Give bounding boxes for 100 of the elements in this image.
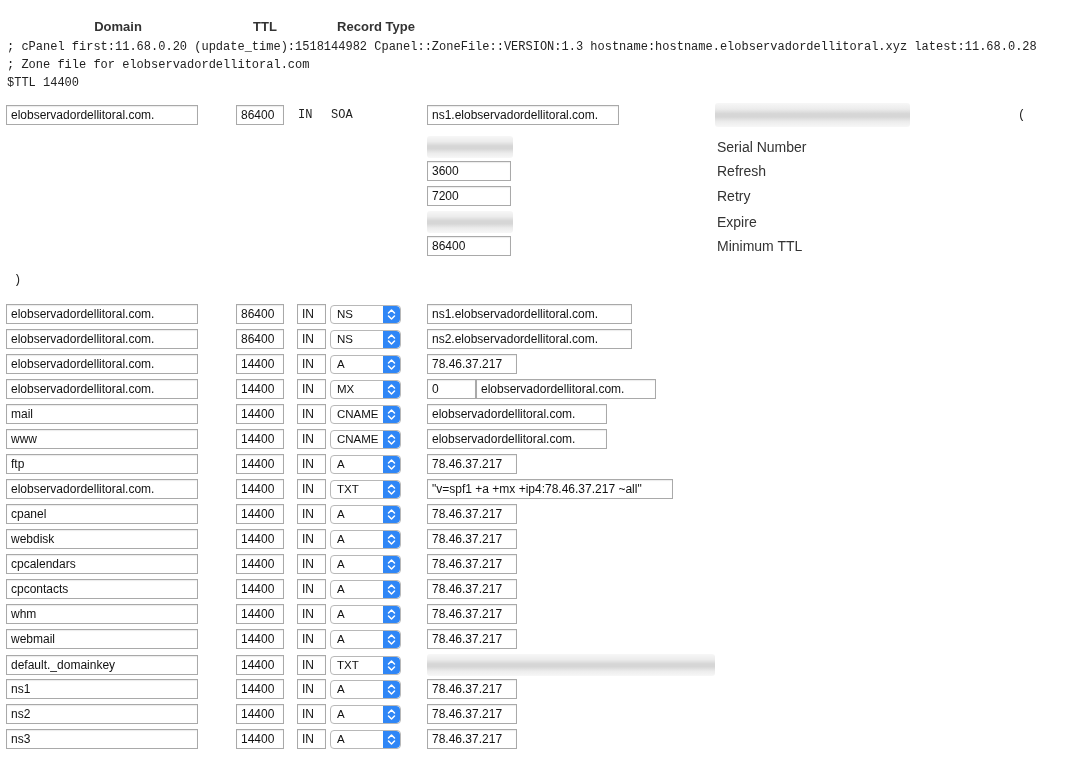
domain-field[interactable]: elobservadordellitoral.com. (6, 105, 198, 125)
record-type-select[interactable]: A (330, 529, 401, 549)
ttl-field[interactable]: 14400 (236, 655, 284, 675)
record-type-select[interactable]: TXT (330, 655, 401, 675)
record-type-select[interactable]: CNAME (330, 404, 401, 424)
domain-field[interactable]: cpcontacts (6, 579, 198, 599)
record-data-field[interactable]: 78.46.37.217 (427, 729, 517, 749)
domain-field[interactable]: elobservadordellitoral.com. (6, 479, 198, 499)
record-data-field[interactable]: "v=spf1 +a +mx +ip4:78.46.37.217 ~all" (427, 479, 673, 499)
record-class-field[interactable]: IN (297, 329, 326, 349)
record-class-field[interactable]: IN (297, 479, 326, 499)
soa-value-field[interactable]: 3600 (427, 161, 511, 181)
record-type-select[interactable]: CNAME (330, 429, 401, 449)
record-data-field[interactable]: ns2.elobservadordellitoral.com. (427, 329, 632, 349)
domain-field[interactable]: default._domainkey (6, 655, 198, 675)
domain-field[interactable]: elobservadordellitoral.com. (6, 354, 198, 374)
record-data-field[interactable]: 78.46.37.217 (427, 579, 517, 599)
record-type-select[interactable]: A (330, 679, 401, 699)
up-down-chevron-icon (383, 505, 400, 523)
ttl-field[interactable]: 14400 (236, 579, 284, 599)
record-data-field[interactable]: 78.46.37.217 (427, 554, 517, 574)
record-class-field[interactable]: IN (297, 629, 326, 649)
ttl-field[interactable]: 14400 (236, 404, 284, 424)
record-data-field[interactable]: 78.46.37.217 (427, 354, 517, 374)
priority-field[interactable]: 0 (427, 379, 476, 399)
ttl-field[interactable]: 14400 (236, 479, 284, 499)
record-type-select[interactable]: A (330, 354, 401, 374)
ttl-field[interactable]: 14400 (236, 429, 284, 449)
ttl-field[interactable]: 14400 (236, 454, 284, 474)
ttl-field[interactable]: 86400 (236, 329, 284, 349)
record-class-field[interactable]: IN (297, 304, 326, 324)
record-type-select[interactable]: TXT (330, 479, 401, 499)
ttl-field[interactable]: 86400 (236, 304, 284, 324)
domain-field[interactable]: ftp (6, 454, 198, 474)
record-type-select[interactable]: NS (330, 329, 401, 349)
record-type-select[interactable]: A (330, 629, 401, 649)
record-data-field[interactable]: elobservadordellitoral.com. (476, 379, 656, 399)
record-data-field[interactable]: ns1.elobservadordellitoral.com. (427, 304, 632, 324)
up-down-chevron-icon (383, 555, 400, 573)
ttl-field[interactable]: 14400 (236, 679, 284, 699)
ttl-field[interactable]: 14400 (236, 554, 284, 574)
domain-field[interactable]: elobservadordellitoral.com. (6, 304, 198, 324)
record-data-field[interactable]: 78.46.37.217 (427, 629, 517, 649)
domain-field[interactable]: elobservadordellitoral.com. (6, 329, 198, 349)
domain-field[interactable]: ns2 (6, 704, 198, 724)
ttl-field[interactable]: 14400 (236, 704, 284, 724)
domain-field[interactable]: ns1 (6, 679, 198, 699)
record-class-field[interactable]: IN (297, 554, 326, 574)
record-data-field[interactable]: 78.46.37.217 (427, 704, 517, 724)
up-down-chevron-icon (383, 605, 400, 623)
record-class-field[interactable]: IN (297, 604, 326, 624)
record-class-field[interactable]: IN (297, 579, 326, 599)
ttl-field[interactable]: 14400 (236, 504, 284, 524)
ttl-field[interactable]: 14400 (236, 529, 284, 549)
record-data-field[interactable]: 78.46.37.217 (427, 529, 517, 549)
record-class-field[interactable]: IN (297, 404, 326, 424)
up-down-chevron-icon (383, 705, 400, 723)
record-type-select[interactable]: A (330, 729, 401, 749)
domain-field[interactable]: elobservadordellitoral.com. (6, 379, 198, 399)
record-type-select[interactable]: A (330, 579, 401, 599)
record-class-field[interactable]: IN (297, 729, 326, 749)
domain-field[interactable]: www (6, 429, 198, 449)
record-data-field[interactable]: 78.46.37.217 (427, 604, 517, 624)
domain-field[interactable]: webmail (6, 629, 198, 649)
soa-value-field[interactable]: 86400 (427, 236, 511, 256)
record-data-field[interactable]: 78.46.37.217 (427, 454, 517, 474)
record-data-field[interactable]: elobservadordellitoral.com. (427, 404, 607, 424)
record-type-select[interactable]: A (330, 504, 401, 524)
domain-field[interactable]: cpcalendars (6, 554, 198, 574)
record-class-field[interactable]: IN (297, 529, 326, 549)
ttl-field[interactable]: 14400 (236, 604, 284, 624)
record-data-field[interactable]: 78.46.37.217 (427, 504, 517, 524)
ttl-field[interactable]: 14400 (236, 354, 284, 374)
record-class-field[interactable]: IN (297, 354, 326, 374)
record-class-field[interactable]: IN (297, 379, 326, 399)
domain-field[interactable]: whm (6, 604, 198, 624)
domain-field[interactable]: webdisk (6, 529, 198, 549)
record-class-field[interactable]: IN (297, 504, 326, 524)
ttl-field[interactable]: 14400 (236, 379, 284, 399)
record-data-field[interactable]: 78.46.37.217 (427, 679, 517, 699)
domain-field[interactable]: ns3 (6, 729, 198, 749)
primary-nameserver-field[interactable]: ns1.elobservadordellitoral.com. (427, 105, 619, 125)
record-data-field[interactable]: elobservadordellitoral.com. (427, 429, 607, 449)
soa-value-field[interactable]: 7200 (427, 186, 511, 206)
record-type-select[interactable]: A (330, 604, 401, 624)
ttl-field[interactable]: 86400 (236, 105, 284, 125)
domain-field[interactable]: mail (6, 404, 198, 424)
record-class-field[interactable]: IN (297, 454, 326, 474)
record-type-select[interactable]: A (330, 554, 401, 574)
record-type-select[interactable]: MX (330, 379, 401, 399)
record-class-field[interactable]: IN (297, 655, 326, 675)
ttl-field[interactable]: 14400 (236, 729, 284, 749)
domain-field[interactable]: cpanel (6, 504, 198, 524)
record-type-select[interactable]: A (330, 454, 401, 474)
record-type-select[interactable]: A (330, 704, 401, 724)
record-class-field[interactable]: IN (297, 429, 326, 449)
ttl-field[interactable]: 14400 (236, 629, 284, 649)
record-class-field[interactable]: IN (297, 679, 326, 699)
record-class-field[interactable]: IN (297, 704, 326, 724)
record-type-select[interactable]: NS (330, 304, 401, 324)
